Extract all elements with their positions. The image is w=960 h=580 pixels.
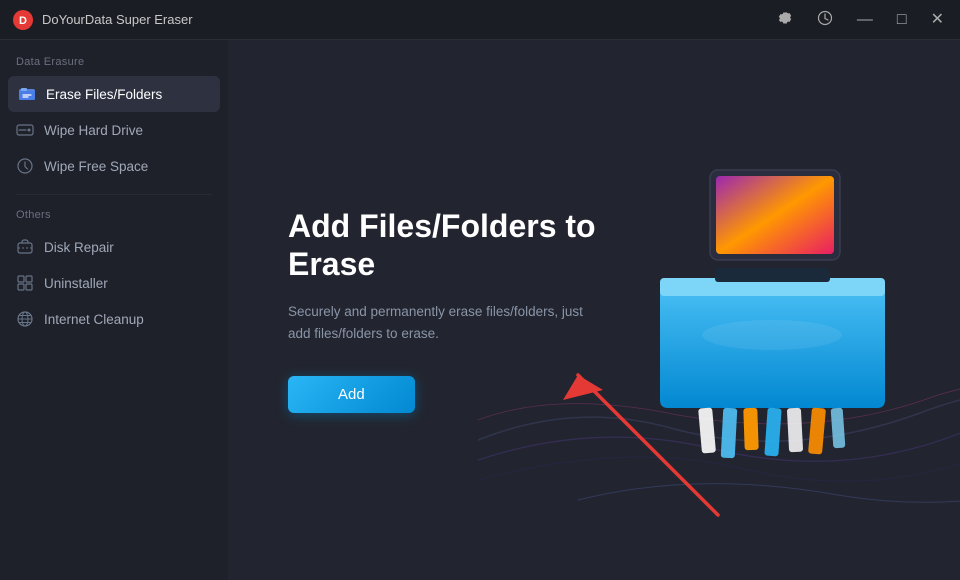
folder-shred-icon [18,85,36,103]
grid-icon [16,274,34,292]
app-title: DoYourData Super Eraser [42,12,773,27]
sidebar-item-wipe-hard-drive[interactable]: Wipe Hard Drive [0,112,228,148]
minimize-button[interactable]: — [853,10,877,30]
globe-icon [16,310,34,328]
sidebar-item-internet-cleanup-label: Internet Cleanup [44,312,144,327]
sidebar-item-disk-repair[interactable]: Disk Repair [0,229,228,265]
sidebar-item-erase-files-label: Erase Files/Folders [46,87,162,102]
hard-drive-icon [16,121,34,139]
clock-circle-icon [16,157,34,175]
app-icon: D [12,9,34,31]
data-erasure-label: Data Erasure [0,56,228,76]
sidebar-item-disk-repair-label: Disk Repair [44,240,114,255]
sidebar-item-wipe-free-space-label: Wipe Free Space [44,159,148,174]
sidebar-item-internet-cleanup[interactable]: Internet Cleanup [0,301,228,337]
shredder-illustration [640,160,900,460]
content-area: Add Files/Folders to Erase Securely and … [288,207,668,414]
sidebar: Data Erasure Erase Files/Folders [0,40,228,580]
close-button[interactable]: ✕ [927,10,948,30]
sidebar-item-uninstaller-label: Uninstaller [44,276,108,291]
settings-button[interactable] [773,8,797,32]
others-label: Others [0,209,228,229]
sidebar-divider [16,194,212,195]
sidebar-item-erase-files[interactable]: Erase Files/Folders [8,76,220,112]
sidebar-item-wipe-free-space[interactable]: Wipe Free Space [0,148,228,184]
sidebar-item-uninstaller[interactable]: Uninstaller [0,265,228,301]
window-controls: — □ ✕ [773,8,948,32]
maximize-button[interactable]: □ [893,10,911,30]
svg-text:D: D [19,15,27,27]
briefcase-icon [16,238,34,256]
main-title: Add Files/Folders to Erase [288,207,668,284]
app-layout: Data Erasure Erase Files/Folders [0,40,960,580]
sidebar-item-wipe-hard-drive-label: Wipe Hard Drive [44,123,143,138]
add-button[interactable]: Add [288,376,415,413]
history-button[interactable] [813,8,837,32]
titlebar: D DoYourData Super Eraser — □ ✕ [0,0,960,40]
main-content: Add Files/Folders to Erase Securely and … [228,40,960,580]
main-description: Securely and permanently erase files/fol… [288,301,608,344]
